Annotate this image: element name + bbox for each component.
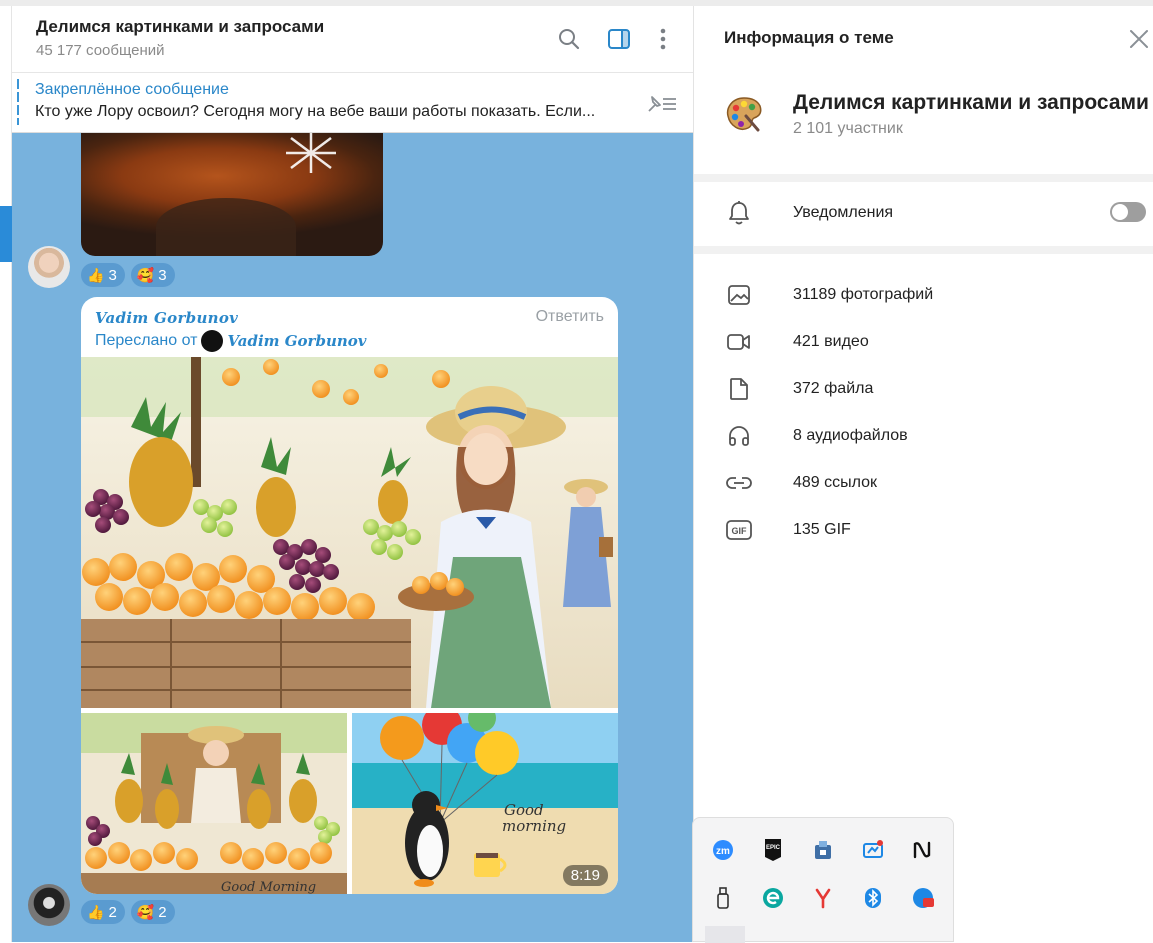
media-label: 8 аудиофайлов <box>793 427 908 444</box>
pinned-indicator <box>17 79 19 125</box>
snowflake-decoration <box>286 133 336 173</box>
message-author[interactable]: Vadim Gorbunov <box>95 309 238 327</box>
network-drive-icon[interactable] <box>811 838 835 862</box>
forwarded-from[interactable]: Переслано от Vadim Gorbunov <box>95 330 366 352</box>
strip-caption: Good Morning <box>221 880 316 894</box>
close-icon[interactable] <box>1128 28 1150 50</box>
headphones-icon <box>724 421 754 451</box>
previous-message-photo[interactable] <box>81 133 383 256</box>
market-photo[interactable] <box>81 357 618 708</box>
yandex-icon[interactable] <box>811 886 835 910</box>
section-divider <box>694 174 1153 182</box>
photo-icon <box>724 280 754 310</box>
svg-text:EPIC: EPIC <box>766 845 781 851</box>
media-row-files[interactable]: 372 файла <box>694 369 1153 409</box>
user-avatar[interactable] <box>28 246 70 288</box>
video-duration: 8:19 <box>562 865 608 886</box>
media-label: 135 GIF <box>793 521 851 538</box>
usb-drive-icon[interactable] <box>711 886 735 910</box>
sidebar-toggle-icon[interactable] <box>606 26 632 52</box>
media-row-audio[interactable]: 8 аудиофайлов <box>694 416 1153 456</box>
reaction-thumbs-up[interactable]: 👍 2 <box>81 900 125 924</box>
zoom-icon[interactable]: zm <box>711 838 735 862</box>
search-icon[interactable] <box>556 26 582 52</box>
svg-text:morning: morning <box>502 817 566 835</box>
pinned-label: Закреплённое сообщение <box>35 81 229 98</box>
message-bubble[interactable]: Vadim Gorbunov Ответить Переслано от Vad… <box>81 297 618 894</box>
notifications-row[interactable]: Уведомления <box>694 193 1153 233</box>
notifications-toggle[interactable] <box>1110 202 1146 222</box>
palette-icon <box>726 97 762 132</box>
reaction-thumbs-up[interactable]: 👍 3 <box>81 263 125 287</box>
file-icon <box>724 374 754 404</box>
gif-icon: GIF <box>724 515 754 545</box>
group-name: Делимся картинками и запросами <box>793 91 1149 114</box>
grid-video-penguin[interactable]: Good morning 8:19 <box>352 713 618 894</box>
more-menu-icon[interactable] <box>650 26 676 52</box>
bluetooth-icon[interactable] <box>861 886 885 910</box>
media-label: 489 ссылок <box>793 474 878 491</box>
remote-desktop-icon[interactable] <box>861 838 885 862</box>
grid-photo-shop[interactable]: Good Morning <box>81 713 347 894</box>
reaction-smiling-hearts[interactable]: 🥰 3 <box>130 263 175 287</box>
epic-games-icon[interactable]: EPIC <box>761 838 785 862</box>
reply-button[interactable]: Ответить <box>536 308 604 326</box>
chat-title[interactable]: Делимся картинками и запросами <box>36 17 324 37</box>
section-divider <box>694 246 1153 254</box>
pinned-message-bar[interactable]: Закреплённое сообщение Кто уже Лору осво… <box>12 73 693 133</box>
link-icon <box>724 468 754 498</box>
pinned-list-icon[interactable] <box>643 93 679 115</box>
video-icon <box>724 327 754 357</box>
message-count: 45 177 сообщений <box>36 42 165 59</box>
reaction-smiling-hearts[interactable]: 🥰 2 <box>130 900 175 924</box>
active-folder-indicator[interactable] <box>0 206 12 262</box>
forwarded-name[interactable]: Vadim Gorbunov <box>227 332 366 350</box>
tray-item-partial[interactable] <box>705 926 745 943</box>
forwarded-prefix: Переслано от <box>95 332 198 349</box>
hand-holding-bowl <box>156 198 296 256</box>
media-row-gifs[interactable]: GIF 135 GIF <box>694 510 1153 550</box>
svg-text:zm: zm <box>716 846 730 857</box>
topic-info-panel: Информация о теме Делимся картинками и з… <box>693 6 1153 942</box>
folders-sidebar <box>0 6 12 942</box>
chat-header[interactable]: Делимся картинками и запросами 45 177 со… <box>12 6 693 73</box>
system-tray-overflow: zm EPIC <box>692 817 954 943</box>
sender-avatar[interactable] <box>28 884 70 926</box>
forwarded-avatar <box>201 330 224 352</box>
bell-icon <box>724 198 754 228</box>
media-row-videos[interactable]: 421 видео <box>694 322 1153 362</box>
media-row-links[interactable]: 489 ссылок <box>694 463 1153 503</box>
media-label: 372 файла <box>793 380 874 397</box>
info-panel-title: Информация о теме <box>724 28 894 47</box>
media-row-photos[interactable]: 31189 фотографий <box>694 275 1153 315</box>
notion-icon[interactable] <box>911 838 935 862</box>
battery-app-icon[interactable] <box>911 886 935 910</box>
notifications-label: Уведомления <box>793 204 894 221</box>
pinned-text: Кто уже Лору освоил? Сегодня могу на веб… <box>35 103 596 120</box>
member-count[interactable]: 2 101 участник <box>793 120 903 138</box>
reactions-bar: 👍 3 🥰 3 <box>81 263 175 287</box>
chat-panel: Делимся картинками и запросами 45 177 со… <box>12 6 693 942</box>
reactions-bar-2: 👍 2 🥰 2 <box>81 900 175 924</box>
eset-icon[interactable] <box>761 886 785 910</box>
media-label: 31189 фотографий <box>793 286 934 303</box>
svg-text:GIF: GIF <box>732 526 748 536</box>
media-label: 421 видео <box>793 333 869 350</box>
